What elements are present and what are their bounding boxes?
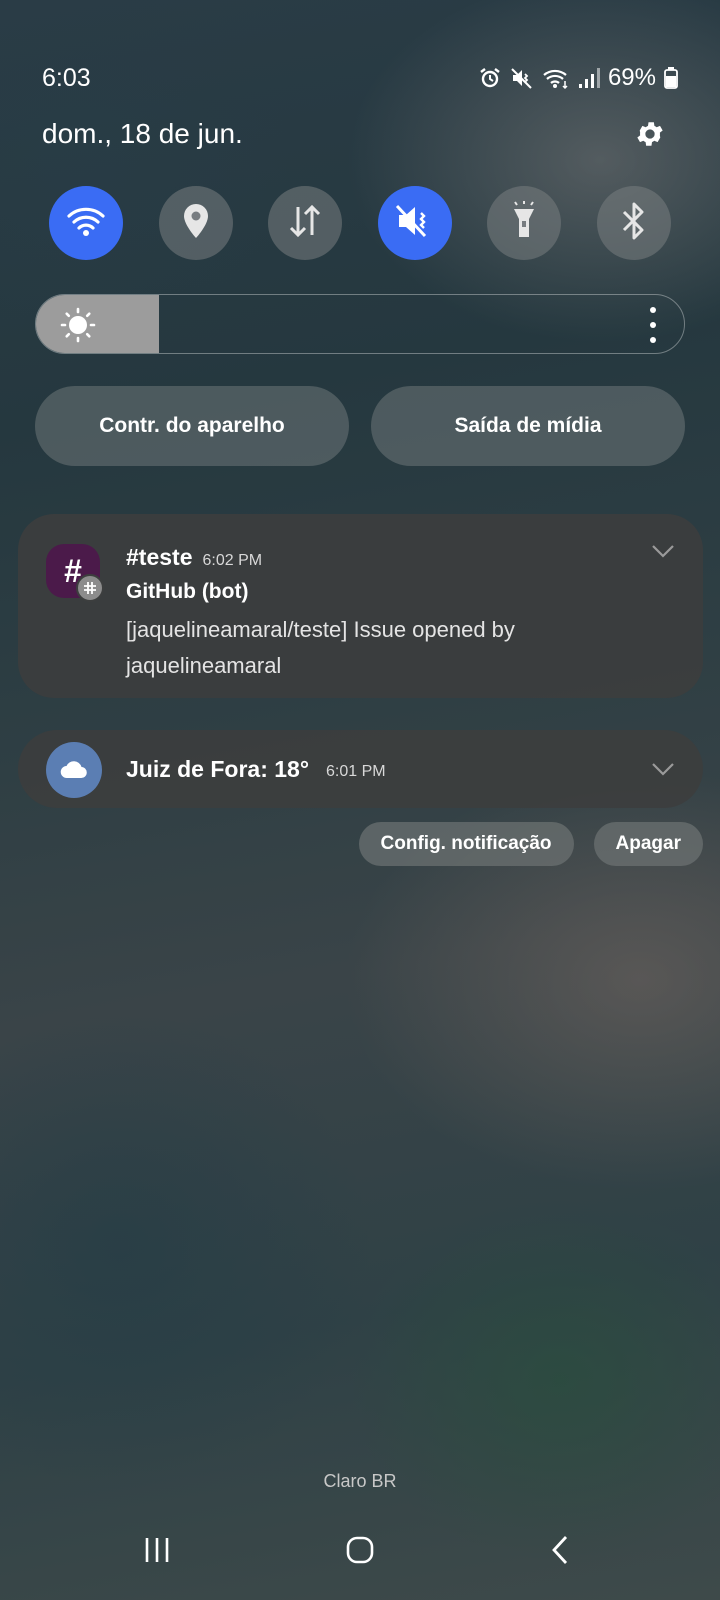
bluetooth-toggle[interactable] [596, 186, 671, 260]
chevron-down-icon[interactable] [651, 762, 675, 776]
location-toggle[interactable] [158, 186, 233, 260]
notification-title: GitHub (bot) [126, 580, 249, 603]
data-arrows-icon [286, 203, 324, 244]
location-pin-icon [181, 202, 211, 245]
signal-icon [578, 66, 600, 90]
gear-icon[interactable] [634, 118, 666, 150]
notification-settings-button[interactable]: Config. notificação [358, 822, 574, 866]
mute-icon [510, 66, 534, 90]
more-vertical-icon[interactable] [648, 307, 658, 343]
status-bar: 6:03 69% [0, 58, 720, 102]
notification-channel: #teste [126, 544, 193, 570]
notification-weather[interactable]: Juiz de Fora: 18° 6:01 PM [18, 730, 703, 808]
sun-icon [60, 307, 96, 348]
alarm-icon [478, 66, 502, 90]
panel-buttons: Contr. do aparelho Saída de mídia [35, 386, 685, 466]
flashlight-icon [509, 200, 539, 246]
clear-all-button[interactable]: Apagar [593, 822, 703, 866]
notification-slack[interactable]: # #teste 6:02 PM GitHub (bot) [jaqueline… [18, 514, 703, 698]
quick-settings [49, 186, 671, 260]
date-label: dom., 18 de jun. [42, 118, 243, 149]
flashlight-toggle[interactable] [487, 186, 562, 260]
status-time: 6:03 [42, 64, 91, 92]
notification-title: Juiz de Fora: 18° [126, 756, 310, 782]
battery-icon [664, 66, 678, 90]
bluetooth-icon [621, 202, 647, 245]
media-output-button[interactable]: Saída de mídia [371, 386, 685, 466]
status-icons: 69% [478, 64, 678, 92]
slack-icon [76, 574, 104, 602]
back-icon[interactable] [540, 1530, 580, 1570]
notification-body: [jaquelineamaral/teste] Issue opened by … [126, 617, 515, 678]
notification-actions: Config. notificação Apagar [358, 822, 703, 866]
brightness-fill [36, 295, 160, 353]
wifi-icon [542, 66, 570, 90]
carrier-label: Claro BR [323, 1471, 397, 1491]
navigation-bar [0, 1520, 720, 1580]
chevron-down-icon[interactable] [651, 544, 675, 558]
sound-toggle[interactable] [377, 186, 452, 260]
battery-percent: 69% [607, 64, 656, 91]
notification-time: 6:01 PM [326, 763, 386, 780]
wifi-toggle[interactable] [49, 186, 123, 260]
home-icon[interactable] [340, 1530, 380, 1570]
brightness-slider[interactable] [35, 294, 685, 354]
recents-icon[interactable] [137, 1530, 177, 1570]
device-control-button[interactable]: Contr. do aparelho [35, 386, 349, 466]
wifi-icon [66, 204, 106, 243]
mute-icon [395, 203, 435, 244]
cloud-icon [46, 742, 102, 798]
notification-time: 6:02 PM [202, 552, 263, 569]
mobile-data-toggle[interactable] [268, 186, 343, 260]
